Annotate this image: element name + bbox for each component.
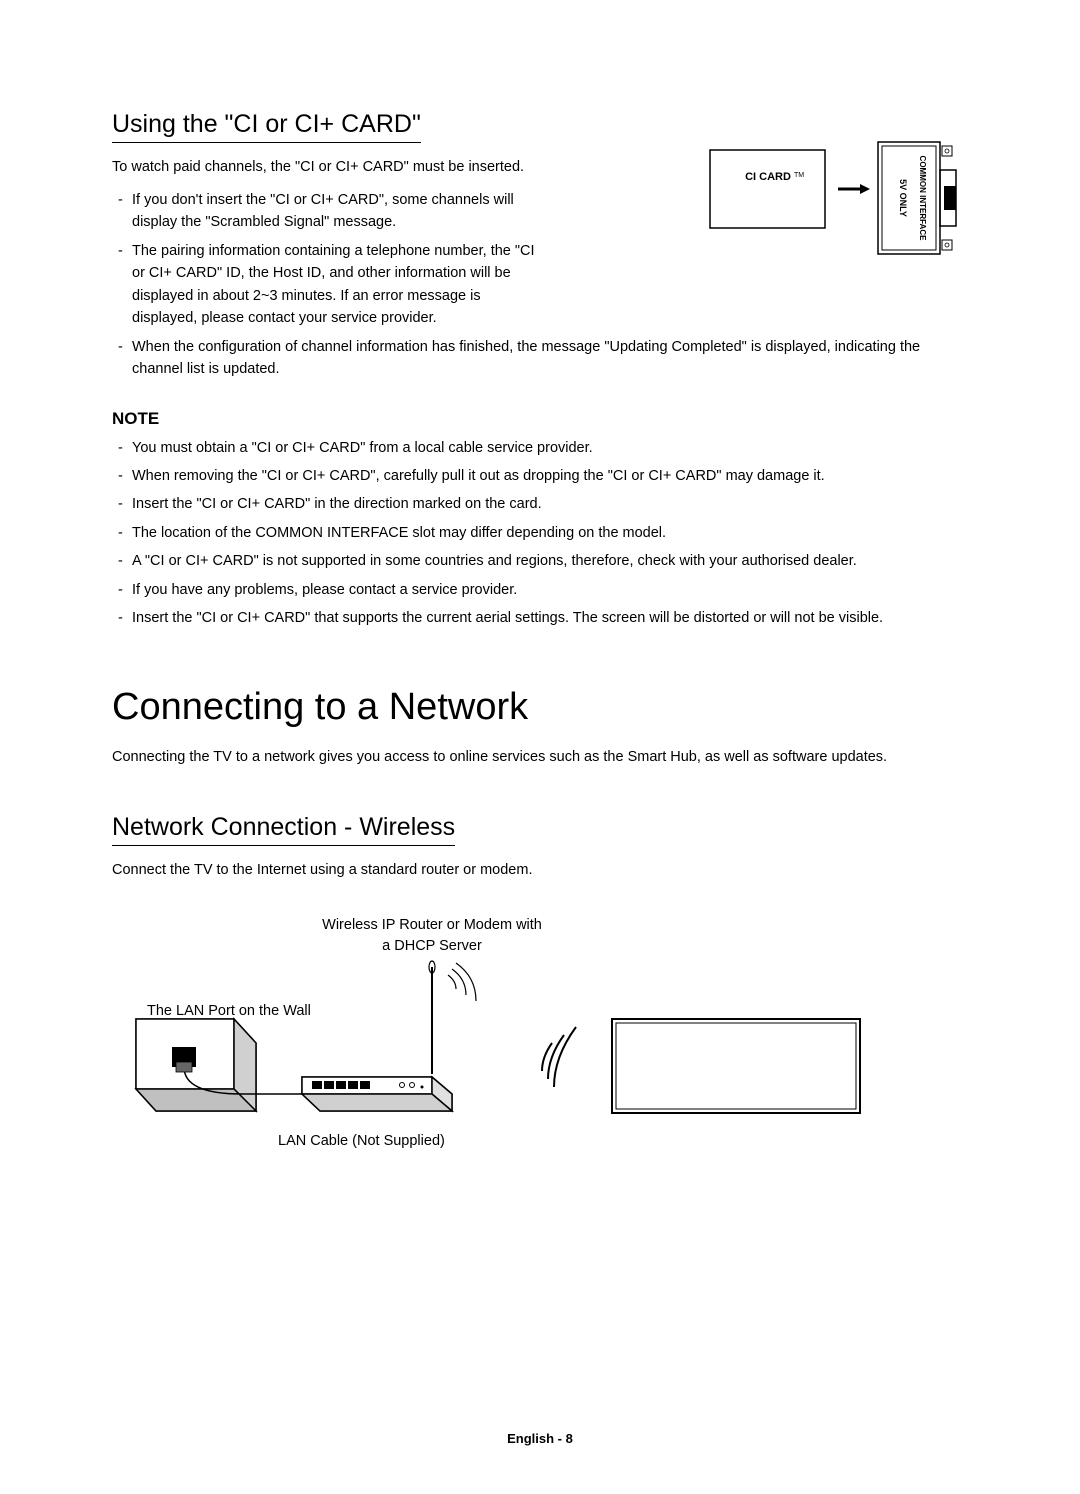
section-title-wireless: Network Connection - Wireless <box>112 813 455 846</box>
list-item: Insert the "CI or CI+ CARD" that support… <box>112 607 968 629</box>
list-item: Insert the "CI or CI+ CARD" in the direc… <box>112 493 968 515</box>
list-item: The location of the COMMON INTERFACE slo… <box>112 522 968 544</box>
list-item: A "CI or CI+ CARD" is not supported in s… <box>112 550 968 572</box>
svg-text:COMMON INTERFACE: COMMON INTERFACE <box>918 156 927 242</box>
note-bullets: You must obtain a "CI or CI+ CARD" from … <box>112 437 968 630</box>
page-footer: English - 8 <box>0 1431 1080 1446</box>
list-item: You must obtain a "CI or CI+ CARD" from … <box>112 437 968 459</box>
svg-text:TM: TM <box>794 172 804 179</box>
section-title-ci-card: Using the "CI or CI+ CARD" <box>112 110 421 143</box>
ci-card-diagram: CI CARD TM 5V ONLY COMMON INTERFACE <box>708 140 968 260</box>
chapter-intro: Connecting the TV to a network gives you… <box>112 747 968 769</box>
note-heading: NOTE <box>112 409 968 429</box>
wireless-network-diagram: Wireless IP Router or Modem with a DHCP … <box>112 919 962 1149</box>
list-item: If you don't insert the "CI or CI+ CARD"… <box>112 189 542 234</box>
list-item: If you have any problems, please contact… <box>112 579 968 601</box>
svg-text:5V ONLY: 5V ONLY <box>898 179 908 217</box>
list-item: When the configuration of channel inform… <box>112 336 968 381</box>
svg-text:CI CARD: CI CARD <box>745 171 791 183</box>
list-item: The pairing information containing a tel… <box>112 240 542 330</box>
chapter-title: Connecting to a Network <box>112 686 968 729</box>
wireless-intro: Connect the TV to the Internet using a s… <box>112 860 968 882</box>
list-item: When removing the "CI or CI+ CARD", care… <box>112 465 968 487</box>
